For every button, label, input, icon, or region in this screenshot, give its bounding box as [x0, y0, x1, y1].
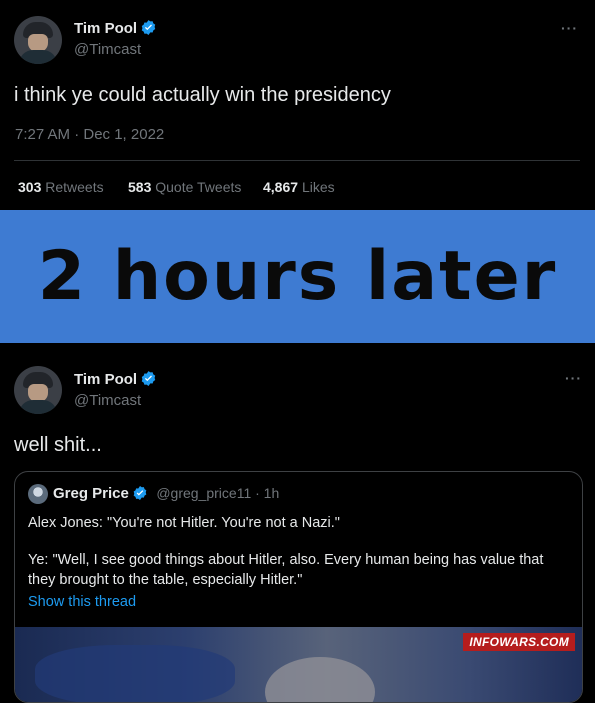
- avatar[interactable]: [28, 484, 48, 504]
- quote-author-name[interactable]: Greg Price: [53, 485, 129, 502]
- banner-text: 2 hours later: [37, 237, 558, 316]
- show-thread-link[interactable]: Show this thread: [28, 594, 136, 610]
- author-handle[interactable]: @Timcast: [74, 41, 157, 58]
- shoulders: [19, 400, 57, 414]
- author-block: Tim Pool @Timcast: [74, 370, 157, 409]
- divider: [14, 160, 580, 161]
- tweet-timestamp[interactable]: 7:27 AM · Dec 1, 2022: [15, 126, 164, 143]
- stat-count: 303: [18, 179, 42, 195]
- quote-author-handle[interactable]: @greg_price11 · 1h: [156, 485, 279, 501]
- stat-quote-tweets[interactable]: 583 Quote Tweets: [128, 179, 241, 195]
- media-shape: [35, 645, 235, 702]
- avatar[interactable]: [14, 366, 62, 414]
- avatar[interactable]: [14, 16, 62, 64]
- verified-badge-icon: [133, 486, 147, 500]
- more-options-icon[interactable]: ···: [561, 20, 578, 36]
- stat-label: Quote Tweets: [155, 179, 242, 195]
- tweet-text: i think ye could actually win the presid…: [14, 84, 391, 106]
- caption-banner: 2 hours later: [0, 210, 595, 343]
- author-name[interactable]: Tim Pool: [74, 371, 137, 388]
- media-watermark-badge: INFOWARS.COM: [463, 633, 575, 651]
- stat-retweets[interactable]: 303 Retweets: [18, 179, 104, 195]
- shoulders: [19, 50, 57, 64]
- stat-likes[interactable]: 4,867 Likes: [263, 179, 335, 195]
- author-name[interactable]: Tim Pool: [74, 20, 137, 37]
- tweet-text: well shit...: [14, 434, 102, 456]
- media-shape: [265, 657, 375, 702]
- stat-label: Retweets: [45, 179, 104, 195]
- more-options-icon[interactable]: ···: [565, 370, 582, 386]
- stat-count: 4,867: [263, 179, 299, 195]
- author-handle[interactable]: @Timcast: [74, 392, 157, 409]
- quote-line-2: Ye: "Well, I see good things about Hitle…: [28, 552, 544, 588]
- quote-line-1: Alex Jones: "You're not Hitler. You're n…: [28, 515, 340, 531]
- quote-tweet-card[interactable]: Greg Price @greg_price11 · 1h Alex Jones…: [14, 471, 583, 703]
- verified-badge-icon: [141, 371, 156, 386]
- author-block: Tim Pool @Timcast: [74, 19, 157, 58]
- stat-count: 583: [128, 179, 152, 195]
- quote-author: Greg Price @greg_price11 · 1h: [53, 485, 279, 503]
- media-thumbnail[interactable]: INFOWARS.COM: [15, 627, 582, 702]
- stat-label: Likes: [301, 179, 335, 195]
- verified-badge-icon: [141, 20, 156, 35]
